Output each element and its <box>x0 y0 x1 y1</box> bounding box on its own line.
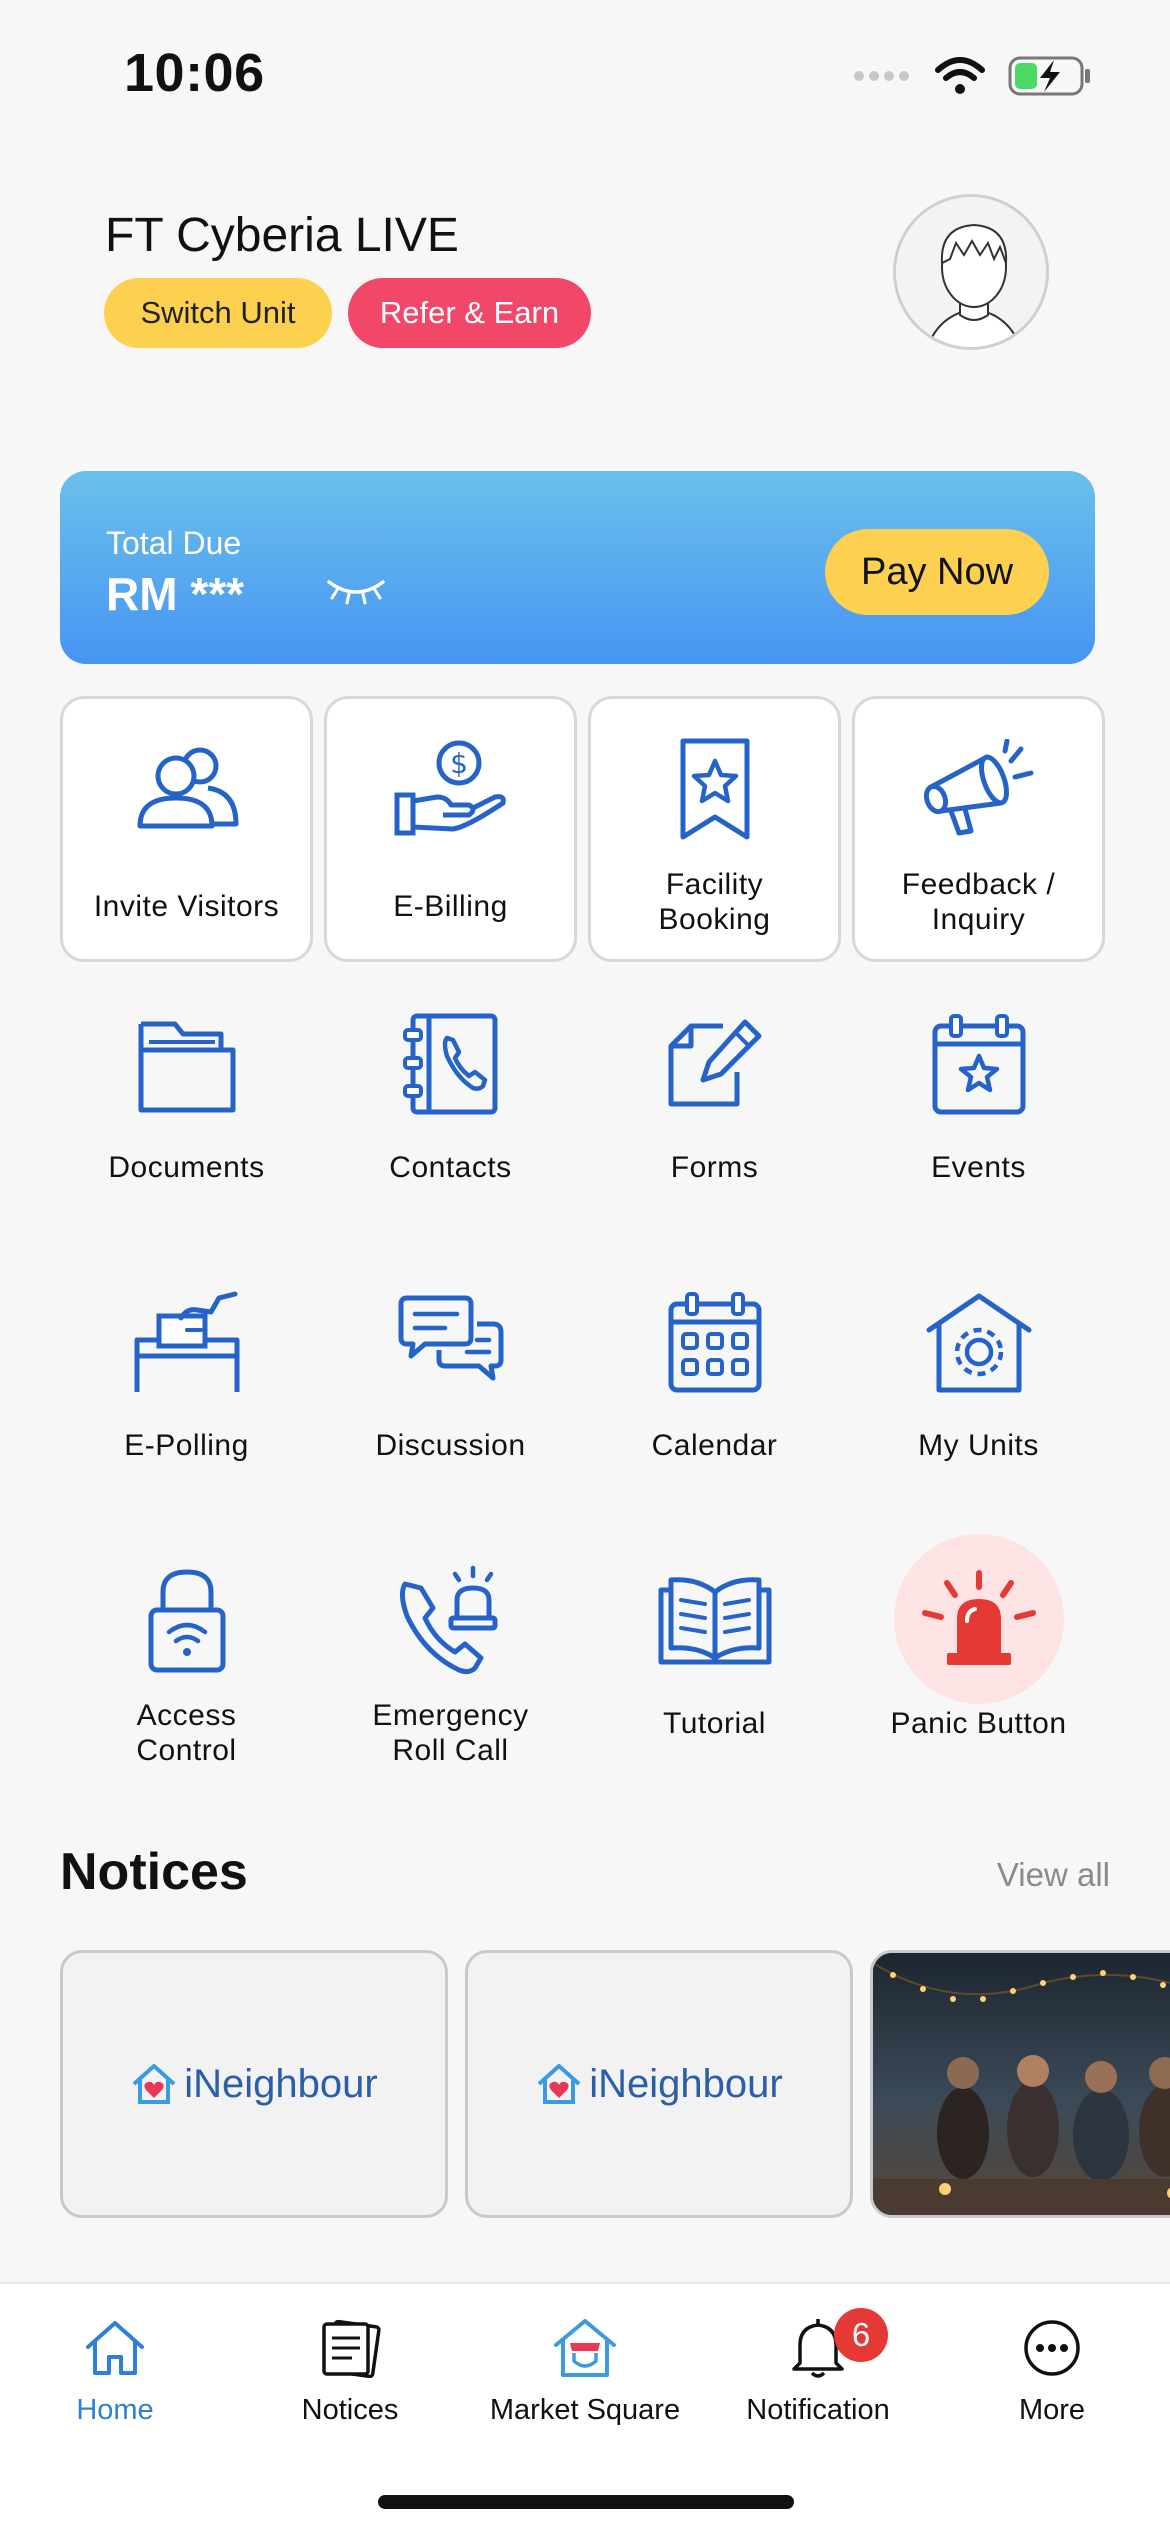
header: FT Cyberia LIVE Switch Unit Refer & Earn <box>0 190 1170 390</box>
total-due-amount: RM *** <box>106 568 245 620</box>
party-photo-image <box>873 1953 1170 2215</box>
ineighbour-logo: iNeighbour <box>535 2062 783 2107</box>
home-indicator <box>378 2495 794 2509</box>
tab-notices-label: Notices <box>301 2394 399 2426</box>
lock-wifi-icon <box>148 1569 225 1673</box>
tab-notification-label: Notification <box>746 2394 890 2426</box>
wifi-icon <box>935 57 985 94</box>
invite-visitors-tile[interactable]: Invite Visitors <box>60 696 313 962</box>
emergency-roll-call-label: Emergency Roll Call <box>372 1699 529 1767</box>
calendar-tile[interactable]: Calendar <box>588 1252 841 1518</box>
status-time: 10:06 <box>124 43 265 103</box>
access-control-label: Access Control <box>136 1699 237 1767</box>
notification-badge: 6 <box>834 2308 888 2362</box>
folder-icon <box>138 1021 235 1113</box>
status-bar: 10:06 <box>0 0 1170 150</box>
user-avatar-icon <box>896 197 1046 347</box>
tab-home[interactable]: Home <box>5 2308 225 2427</box>
property-title: FT Cyberia LIVE <box>105 209 459 262</box>
house-heart-icon <box>132 2064 176 2104</box>
my-units-tile[interactable]: My Units <box>852 1252 1105 1518</box>
tab-market-square-label: Market Square <box>489 2394 681 2426</box>
siren-icon <box>921 1570 1036 1665</box>
e-polling-label: E-Polling <box>124 1429 249 1462</box>
tab-notification[interactable]: 6 Notification <box>708 2308 928 2427</box>
billing-hand-coin-icon: $ <box>394 740 506 836</box>
e-billing-tile[interactable]: $ E-Billing <box>324 696 577 962</box>
tab-home-label: Home <box>76 2394 154 2426</box>
avatar[interactable] <box>893 194 1049 350</box>
calendar-label: Calendar <box>651 1429 778 1462</box>
megaphone-icon <box>923 739 1033 836</box>
notice-card[interactable]: iNeighbour <box>60 1950 448 2218</box>
panic-button-label: Panic Button <box>890 1707 1067 1740</box>
my-units-label: My Units <box>918 1429 1039 1462</box>
panic-button-tile[interactable]: Panic Button <box>852 1530 1105 1796</box>
contacts-label: Contacts <box>389 1151 512 1184</box>
notice-card[interactable]: iNeighbour <box>465 1950 853 2218</box>
eye-closed-icon[interactable] <box>325 576 387 606</box>
house-gear-icon <box>926 1293 1031 1393</box>
forms-tile[interactable]: Forms <box>588 974 841 1240</box>
address-book-icon <box>402 1013 497 1115</box>
pay-now-button[interactable]: Pay Now <box>825 529 1049 615</box>
emergency-roll-call-tile[interactable]: Emergency Roll Call <box>324 1530 577 1796</box>
tab-notices[interactable]: Notices <box>240 2308 460 2427</box>
invite-visitors-label: Invite Visitors <box>93 890 280 923</box>
ballot-box-icon <box>134 1291 239 1392</box>
tab-more[interactable]: More <box>942 2308 1162 2427</box>
forms-label: Forms <box>670 1151 759 1184</box>
calendar-star-icon <box>932 1014 1025 1115</box>
contacts-tile[interactable]: Contacts <box>324 974 577 1240</box>
bookmark-star-icon <box>680 738 749 840</box>
total-due-label: Total Due <box>106 525 242 561</box>
access-control-tile[interactable]: Access Control <box>60 1530 313 1796</box>
feedback-inquiry-tile[interactable]: Feedback / Inquiry <box>852 696 1105 962</box>
market-house-icon <box>554 2319 616 2377</box>
calendar-grid-icon <box>668 1292 761 1393</box>
notices-heading: Notices <box>60 1843 248 1901</box>
feedback-inquiry-label: Feedback / Inquiry <box>901 868 1056 936</box>
events-label: Events <box>931 1151 1026 1184</box>
facility-booking-label: Facility Booking <box>658 868 771 936</box>
refer-earn-button[interactable]: Refer & Earn <box>348 278 591 348</box>
view-all-link[interactable]: View all <box>997 1856 1110 1894</box>
switch-unit-button[interactable]: Switch Unit <box>104 278 332 348</box>
documents-label: Documents <box>108 1151 265 1184</box>
tab-more-label: More <box>1018 2394 1086 2426</box>
documents-tile[interactable]: Documents <box>60 974 313 1240</box>
discussion-tile[interactable]: Discussion <box>324 1252 577 1518</box>
discussion-label: Discussion <box>375 1429 526 1462</box>
status-icons <box>852 56 1092 96</box>
svg-text:$: $ <box>450 747 468 780</box>
battery-icon <box>1008 56 1090 96</box>
phone-alarm-icon <box>399 1565 497 1675</box>
tutorial-label: Tutorial <box>663 1707 766 1740</box>
events-tile[interactable]: Events <box>852 974 1105 1240</box>
home-icon <box>86 2321 144 2375</box>
e-billing-label: E-Billing <box>393 890 508 923</box>
notices-icon <box>322 2319 381 2378</box>
chat-bubbles-icon <box>398 1295 503 1381</box>
open-book-icon <box>658 1577 771 1665</box>
facility-booking-tile[interactable]: Facility Booking <box>588 696 841 962</box>
total-due-card: Total Due RM *** Pay Now <box>60 471 1095 664</box>
tutorial-tile[interactable]: Tutorial <box>588 1530 841 1796</box>
more-dots-icon <box>1024 2320 1080 2376</box>
signal-icon <box>854 71 909 81</box>
visitors-icon <box>137 747 238 829</box>
ineighbour-logo: iNeighbour <box>130 2062 378 2107</box>
edit-form-icon <box>668 1019 761 1107</box>
house-heart-icon <box>537 2064 581 2104</box>
notice-photo-card[interactable] <box>870 1950 1170 2218</box>
e-polling-tile[interactable]: E-Polling <box>60 1252 313 1518</box>
tab-market-square[interactable]: Market Square <box>475 2308 695 2427</box>
